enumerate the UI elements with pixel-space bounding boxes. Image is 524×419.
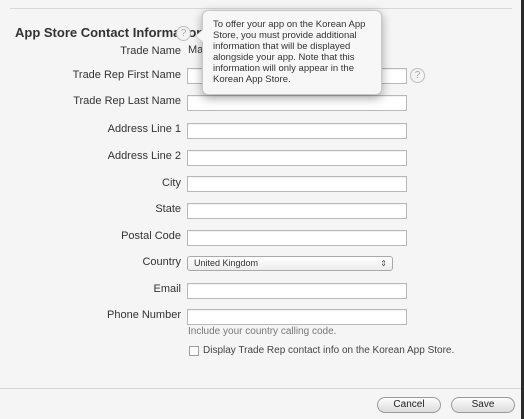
last-name-label: Trade Rep Last Name xyxy=(73,95,181,107)
display-contact-checkbox[interactable] xyxy=(189,346,199,356)
help-icon[interactable]: ? xyxy=(176,26,191,41)
bottom-divider xyxy=(0,388,521,389)
country-label: Country xyxy=(142,256,181,268)
state-label: State xyxy=(155,203,181,215)
korean-app-store-tooltip: To offer your app on the Korean App Stor… xyxy=(195,10,382,95)
first-name-label: Trade Rep First Name xyxy=(72,69,181,81)
email-input[interactable] xyxy=(187,283,407,299)
trade-name-label: Trade Name xyxy=(120,45,181,57)
last-name-input[interactable] xyxy=(187,95,407,111)
city-input[interactable] xyxy=(187,176,407,192)
cancel-button[interactable]: Cancel xyxy=(377,397,441,413)
tooltip-text: To offer your app on the Korean App Stor… xyxy=(213,19,366,85)
top-divider xyxy=(10,8,512,9)
country-select[interactable]: United Kingdom ⇕ xyxy=(187,256,393,271)
state-input[interactable] xyxy=(187,203,407,219)
address1-label: Address Line 1 xyxy=(107,123,181,135)
address2-input[interactable] xyxy=(187,150,407,166)
postal-code-label: Postal Code xyxy=(121,230,181,242)
country-selected-value: United Kingdom xyxy=(194,258,259,268)
address1-input[interactable] xyxy=(187,123,407,139)
save-button[interactable]: Save xyxy=(451,397,515,413)
phone-input[interactable] xyxy=(187,309,407,325)
address2-label: Address Line 2 xyxy=(107,150,181,162)
display-contact-checkbox-label[interactable]: Display Trade Rep contact info on the Ko… xyxy=(203,345,454,356)
postal-code-input[interactable] xyxy=(187,230,407,246)
city-label: City xyxy=(162,177,181,189)
dropdown-arrow-icon: ⇕ xyxy=(380,259,387,268)
phone-hint: Include your country calling code. xyxy=(188,326,337,337)
phone-label: Phone Number xyxy=(107,309,181,321)
tooltip-pointer xyxy=(195,29,203,43)
email-label: Email xyxy=(153,283,181,295)
help-icon[interactable]: ? xyxy=(410,68,425,83)
